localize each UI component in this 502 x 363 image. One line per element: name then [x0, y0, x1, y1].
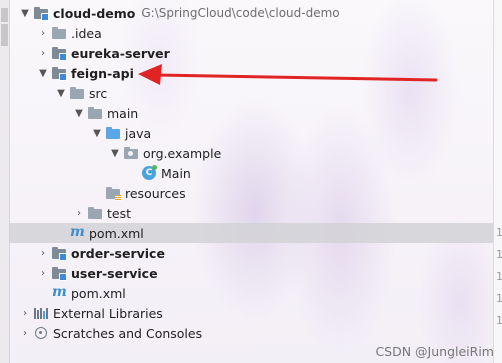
- tree-item-label: feign-api: [71, 65, 134, 81]
- tree-row-org-example[interactable]: ▼ org.example: [9, 143, 494, 163]
- tree-item-label: eureka-server: [71, 45, 170, 61]
- tree-item-label: cloud-demo: [53, 5, 136, 21]
- tree-item-label: order-service: [71, 245, 165, 261]
- libraries-icon: [33, 305, 49, 321]
- tree-row-cloud-demo[interactable]: ▼ cloud-demo G:\SpringCloud\code\cloud-d…: [9, 3, 494, 23]
- tree-row-order-service[interactable]: › order-service: [9, 243, 494, 263]
- structure-tab-marker[interactable]: [1, 24, 8, 46]
- chevron-down-icon[interactable]: ▼: [37, 63, 49, 83]
- tree-row-idea[interactable]: › .idea: [9, 23, 494, 43]
- tree-row-feign-api[interactable]: ▼ feign-api: [9, 63, 494, 83]
- tree-row-user-service[interactable]: › user-service: [9, 263, 494, 283]
- folder-icon: [87, 205, 103, 221]
- module-folder-icon: [51, 265, 67, 281]
- source-folder-icon: [105, 125, 121, 141]
- maven-file-icon: m: [52, 284, 67, 300]
- project-tab-marker[interactable]: [1, 8, 8, 22]
- tree-item-label: pom.xml: [71, 285, 126, 301]
- tree-item-label: src: [89, 85, 108, 101]
- tree-row-scratches[interactable]: › Scratches and Consoles: [9, 323, 494, 343]
- project-path: G:\SpringCloud\code\cloud-demo: [141, 6, 340, 20]
- module-folder-icon: [33, 5, 49, 21]
- tree-item-label: pom.xml: [89, 225, 144, 241]
- folder-icon: [51, 25, 67, 41]
- module-folder-icon: [51, 65, 67, 81]
- tree-row-eureka-server[interactable]: › eureka-server: [9, 43, 494, 63]
- tree-item-label: java: [125, 125, 152, 141]
- module-folder-icon: [51, 245, 67, 261]
- line-number: 1: [496, 226, 502, 239]
- chevron-right-icon[interactable]: ›: [37, 43, 49, 63]
- maven-file-icon: m: [70, 224, 85, 240]
- tree-row-java[interactable]: ▼ java: [9, 123, 494, 143]
- tree-item-label: .idea: [71, 25, 102, 41]
- chevron-down-icon[interactable]: ▼: [55, 83, 67, 103]
- package-icon: [123, 145, 139, 161]
- tree-row-test[interactable]: › test: [9, 203, 494, 223]
- chevron-right-icon[interactable]: ›: [37, 243, 49, 263]
- tree-row-root-pom[interactable]: m pom.xml: [9, 283, 494, 303]
- chevron-down-icon[interactable]: ▼: [19, 3, 31, 23]
- chevron-right-icon[interactable]: ›: [19, 303, 31, 323]
- chevron-right-icon[interactable]: ›: [37, 263, 49, 283]
- tree-item-label: External Libraries: [53, 305, 163, 321]
- line-number: 1: [496, 314, 502, 327]
- chevron-right-icon[interactable]: ›: [37, 23, 49, 43]
- tree-item-label: user-service: [71, 265, 158, 281]
- tree-item-label: resources: [125, 185, 186, 201]
- project-tree: ▼ cloud-demo G:\SpringCloud\code\cloud-d…: [9, 0, 494, 363]
- java-class-icon: C: [141, 165, 157, 181]
- chevron-down-icon[interactable]: ▼: [91, 123, 103, 143]
- module-folder-icon: [51, 45, 67, 61]
- editor-gutter-edge: 1 1 1 1 1: [493, 0, 502, 363]
- tree-item-label: main: [107, 105, 139, 121]
- tree-row-feign-pom[interactable]: m pom.xml: [9, 223, 494, 243]
- chevron-right-icon[interactable]: ›: [19, 323, 31, 343]
- tree-item-label: Scratches and Consoles: [53, 325, 203, 341]
- chevron-right-icon[interactable]: ›: [73, 203, 85, 223]
- tree-item-label: test: [107, 205, 132, 221]
- tree-row-external-libraries[interactable]: › External Libraries: [9, 303, 494, 323]
- line-number: 1: [496, 270, 502, 283]
- tree-row-main-class[interactable]: C Main: [9, 163, 494, 183]
- folder-icon: [69, 85, 85, 101]
- chevron-down-icon[interactable]: ▼: [73, 103, 85, 123]
- tree-row-src[interactable]: ▼ src: [9, 83, 494, 103]
- watermark: CSDN @JungleiRim: [375, 344, 494, 359]
- line-number: 1: [496, 292, 502, 305]
- chevron-down-icon[interactable]: ▼: [109, 143, 121, 163]
- scratches-icon: [33, 325, 49, 341]
- tree-item-label: org.example: [143, 145, 222, 161]
- tree-item-label: Main: [161, 165, 191, 181]
- line-number: 1: [496, 248, 502, 261]
- tree-row-resources[interactable]: resources: [9, 183, 494, 203]
- tree-row-main[interactable]: ▼ main: [9, 103, 494, 123]
- folder-icon: [87, 105, 103, 121]
- resources-folder-icon: [105, 185, 121, 201]
